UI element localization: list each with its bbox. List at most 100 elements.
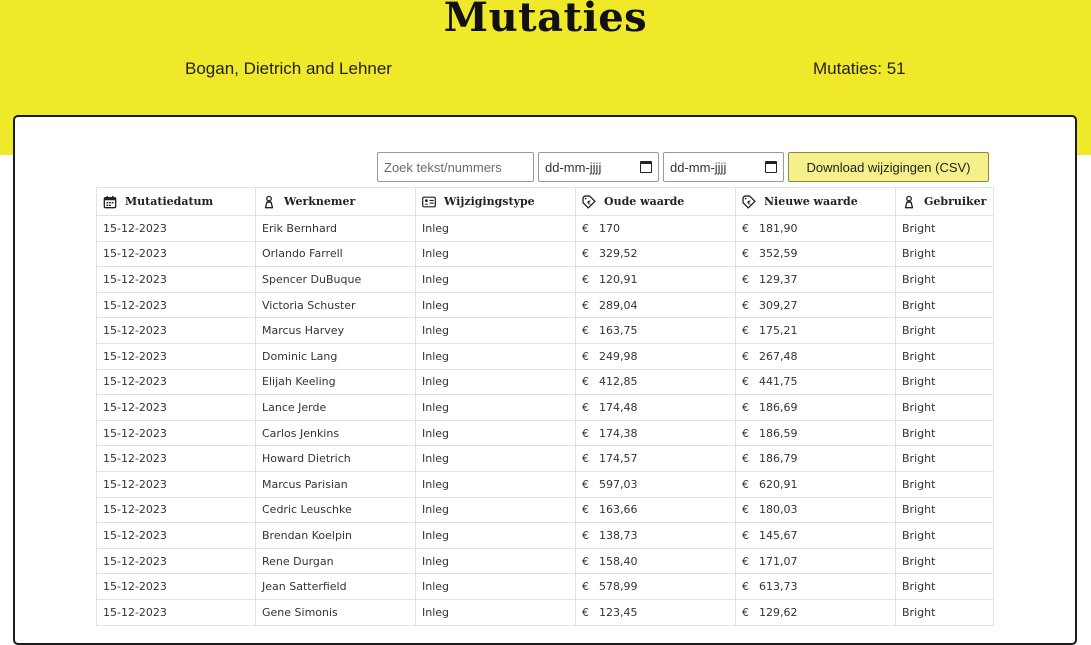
employee-cell: Jean Satterfield [255, 573, 416, 600]
old-value-cell: €174,48 [575, 394, 736, 421]
employee-cell: Orlando Farrell [255, 240, 416, 268]
currency-symbol: € [742, 298, 749, 312]
table-row[interactable]: 15-12-2023 Elijah Keeling Inleg €412,85 €441… [96, 368, 994, 396]
table-row[interactable]: 15-12-2023 Lance Jerde Inleg €174,48 €186,69… [96, 394, 994, 421]
table-row[interactable]: 15-12-2023 Cedric Leuschke Inleg €163,66 €18… [96, 496, 994, 524]
new-value-cell: €186,79 [735, 445, 896, 472]
table-row[interactable]: 15-12-2023 Marcus Parisian Inleg €597,03 €62… [96, 470, 994, 498]
user-cell: Bright [895, 419, 994, 447]
date-to-input[interactable]: dd-mm-jjjj [663, 152, 784, 182]
change-type-cell: Inleg [415, 240, 576, 268]
user-cell: Bright [895, 573, 994, 600]
user-cell: Bright [895, 598, 994, 626]
change-type-cell: Inleg [415, 394, 576, 421]
change-type-cell: Inleg [415, 317, 576, 344]
old-value-cell: €329,52 [575, 240, 736, 268]
change-type-cell: Inleg [415, 368, 576, 396]
currency-symbol: € [582, 400, 589, 414]
table-row[interactable]: 15-12-2023 Erik Bernhard Inleg €170 €181,90 B… [96, 215, 994, 242]
user-cell: Bright [895, 470, 994, 498]
date-cell: 15-12-2023 [96, 266, 256, 293]
amount: 620,91 [759, 477, 798, 491]
table-row[interactable]: 15-12-2023 Jean Satterfield Inleg €578,99 €6… [96, 573, 994, 600]
new-value-cell: €129,37 [735, 266, 896, 293]
currency-symbol: € [742, 272, 749, 286]
download-csv-button[interactable]: Download wijzigingen (CSV) [788, 152, 989, 182]
new-value-cell: €352,59 [735, 240, 896, 268]
amount: 186,59 [759, 426, 798, 440]
table-row[interactable]: 15-12-2023 Victoria Schuster Inleg €289,04 €… [96, 291, 994, 319]
date-from-input[interactable]: dd-mm-jjjj [538, 152, 659, 182]
amount: 309,27 [759, 298, 798, 312]
search-input[interactable] [377, 152, 534, 182]
user-cell: Bright [895, 547, 994, 575]
currency-symbol: € [742, 580, 749, 594]
employee-cell: Victoria Schuster [255, 291, 416, 319]
column-header-label: Oude waarde [604, 195, 685, 208]
date-cell: 15-12-2023 [96, 522, 256, 549]
currency-symbol: € [742, 528, 749, 542]
employee-cell: Brendan Koelpin [255, 522, 416, 549]
currency-symbol: € [582, 503, 589, 517]
table-row[interactable]: 15-12-2023 Brendan Koelpin Inleg €138,73 €14… [96, 522, 994, 549]
date-cell: 15-12-2023 [96, 445, 256, 472]
currency-symbol: € [742, 400, 749, 414]
change-type-cell: Inleg [415, 496, 576, 524]
old-value-cell: €597,03 [575, 470, 736, 498]
employee-cell: Erik Bernhard [255, 215, 416, 242]
change-type-cell: Inleg [415, 470, 576, 498]
change-type-cell: Inleg [415, 342, 576, 370]
table-body: 15-12-2023 Erik Bernhard Inleg €170 €181,90 B… [96, 215, 994, 626]
calendar-icon[interactable] [765, 161, 777, 173]
amount: 163,75 [599, 324, 638, 338]
date-cell: 15-12-2023 [96, 470, 256, 498]
user-cell: Bright [895, 522, 994, 549]
old-value-cell: €578,99 [575, 573, 736, 600]
currency-symbol: € [582, 605, 589, 619]
table-row[interactable]: 15-12-2023 Spencer DuBuque Inleg €120,91 €12… [96, 266, 994, 293]
currency-symbol: € [742, 477, 749, 491]
currency-symbol: € [742, 503, 749, 517]
user-cell: Bright [895, 240, 994, 268]
amount: 174,38 [599, 426, 638, 440]
new-value-cell: €145,67 [735, 522, 896, 549]
table-row[interactable]: 15-12-2023 Carlos Jenkins Inleg €174,38 €186… [96, 419, 994, 447]
currency-symbol: € [582, 477, 589, 491]
column-header-werknemer[interactable]: Werknemer [255, 187, 416, 216]
column-header-mutatiedatum[interactable]: Mutatiedatum [96, 187, 256, 216]
column-header-label: Gebruiker [924, 195, 987, 208]
page-title: Mutaties [443, 0, 648, 41]
table-row[interactable]: 15-12-2023 Dominic Lang Inleg €249,98 €267,4… [96, 342, 994, 370]
currency-symbol: € [742, 452, 749, 466]
amount: 578,99 [599, 580, 638, 594]
new-value-cell: €181,90 [735, 215, 896, 242]
table-row[interactable]: 15-12-2023 Rene Durgan Inleg €158,40 €171,07… [96, 547, 994, 575]
old-value-cell: €174,38 [575, 419, 736, 447]
date-to-placeholder: dd-mm-jjjj [670, 159, 727, 175]
calendar-icon [103, 195, 117, 209]
table-row[interactable]: 15-12-2023 Orlando Farrell Inleg €329,52 €35… [96, 240, 994, 268]
table-row[interactable]: 15-12-2023 Howard Dietrich Inleg €174,57 €18… [96, 445, 994, 472]
column-header-oude-waarde[interactable]: € Oude waarde [575, 187, 736, 216]
table-row[interactable]: 15-12-2023 Marcus Harvey Inleg €163,75 €175,… [96, 317, 994, 344]
person-icon [262, 195, 276, 209]
new-value-cell: €175,21 [735, 317, 896, 344]
currency-symbol: € [742, 375, 749, 389]
column-header-gebruiker[interactable]: Gebruiker [895, 187, 994, 216]
amount: 289,04 [599, 298, 638, 312]
old-value-cell: €249,98 [575, 342, 736, 370]
amount: 249,98 [599, 349, 638, 363]
old-value-cell: €163,75 [575, 317, 736, 344]
old-value-cell: €412,85 [575, 368, 736, 396]
table-row[interactable]: 15-12-2023 Gene Simonis Inleg €123,45 €129,6… [96, 598, 994, 626]
column-header-nieuwe-waarde[interactable]: € Nieuwe waarde [735, 187, 896, 216]
calendar-icon[interactable] [640, 161, 652, 173]
employee-cell: Carlos Jenkins [255, 419, 416, 447]
date-cell: 15-12-2023 [96, 598, 256, 626]
currency-symbol: € [742, 554, 749, 568]
change-type-cell: Inleg [415, 547, 576, 575]
employee-cell: Howard Dietrich [255, 445, 416, 472]
date-cell: 15-12-2023 [96, 368, 256, 396]
amount: 129,62 [759, 605, 798, 619]
column-header-wijzigingstype[interactable]: Wijzigingstype [415, 187, 576, 216]
